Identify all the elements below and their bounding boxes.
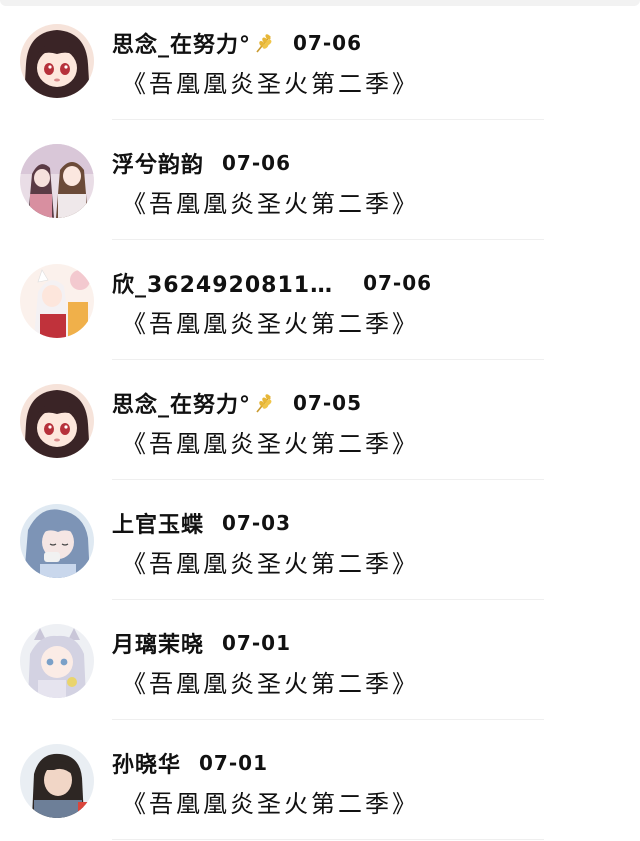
user-name[interactable]: 月璃茉晓 — [112, 627, 204, 659]
work-title[interactable]: 《吾凰凰炎圣火第二季》 — [122, 64, 419, 99]
work-title[interactable]: 《吾凰凰炎圣火第二季》 — [122, 424, 419, 459]
avatar[interactable] — [20, 624, 94, 698]
comment-date: 07-06 — [363, 271, 433, 295]
list-item[interactable]: 浮兮韵韵 07-06 《吾凰凰炎圣火第二季》 — [0, 120, 640, 240]
comment-date: 07-06 — [222, 151, 291, 175]
work-title[interactable]: 《吾凰凰炎圣火第二季》 — [122, 784, 419, 819]
list-item[interactable]: 上官玉蝶 07-03 《吾凰凰炎圣火第二季》 — [0, 480, 640, 600]
user-name[interactable]: 孙晓华 — [112, 747, 181, 779]
avatar[interactable] — [20, 24, 94, 98]
user-name[interactable]: 欣_3624920811… — [112, 267, 333, 299]
comment-date: 07-01 — [199, 751, 268, 775]
wheat-icon — [253, 392, 275, 414]
user-name[interactable]: 思念_在努力° — [112, 27, 251, 59]
avatar[interactable] — [20, 144, 94, 218]
user-name[interactable]: 思念_在努力° — [112, 387, 251, 419]
list-item[interactable]: 思念_在努力° 07-06 《吾凰凰炎圣火第二季》 — [0, 0, 640, 120]
wheat-icon — [253, 32, 275, 54]
work-title[interactable]: 《吾凰凰炎圣火第二季》 — [122, 304, 419, 339]
avatar[interactable] — [20, 504, 94, 578]
user-name[interactable]: 浮兮韵韵 — [112, 147, 204, 179]
comment-date: 07-06 — [293, 31, 362, 55]
work-title[interactable]: 《吾凰凰炎圣火第二季》 — [122, 664, 419, 699]
comment-date: 07-05 — [293, 391, 362, 415]
work-title[interactable]: 《吾凰凰炎圣火第二季》 — [122, 184, 419, 219]
list-item[interactable]: 思念_在努力° 07-05 《吾凰凰炎圣火第二季》 — [0, 360, 640, 480]
list-item[interactable]: 欣_3624920811… 07-06 《吾凰凰炎圣火第二季》 — [0, 240, 640, 360]
list-item[interactable]: 月璃茉晓 07-01 《吾凰凰炎圣火第二季》 — [0, 600, 640, 720]
comment-date: 07-03 — [222, 511, 291, 535]
work-title[interactable]: 《吾凰凰炎圣火第二季》 — [122, 544, 419, 579]
user-name[interactable]: 上官玉蝶 — [112, 507, 204, 539]
avatar[interactable] — [20, 384, 94, 458]
list-item[interactable]: 孙晓华 07-01 《吾凰凰炎圣火第二季》 — [0, 720, 640, 840]
avatar[interactable] — [20, 264, 94, 338]
avatar[interactable] — [20, 744, 94, 818]
comment-date: 07-01 — [222, 631, 291, 655]
